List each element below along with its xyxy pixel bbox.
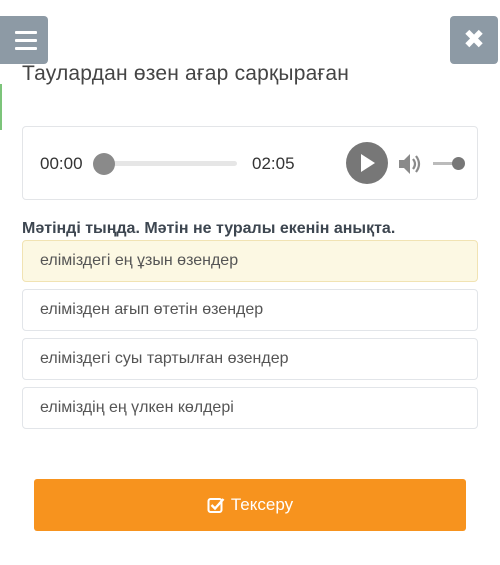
current-time: 00:00 xyxy=(40,154,83,173)
progress-indicator xyxy=(0,84,2,130)
audio-player: 00:00 02:05 xyxy=(22,126,478,200)
check-square-icon xyxy=(207,498,225,513)
question-text: Мәтінді тыңда. Мәтін не туралы екенін ан… xyxy=(22,220,396,237)
volume-icon[interactable] xyxy=(397,151,423,177)
seek-handle[interactable] xyxy=(93,153,115,175)
check-button[interactable]: Тексеру xyxy=(34,479,466,531)
hamburger-menu-icon xyxy=(15,30,37,34)
menu-button[interactable] xyxy=(0,16,48,64)
seek-bar[interactable] xyxy=(97,161,237,166)
play-icon xyxy=(361,154,375,172)
answer-option-4[interactable]: еліміздің ең үлкен көлдері xyxy=(22,387,478,429)
check-button-label: Тексеру xyxy=(230,495,294,514)
duration-time: 02:05 xyxy=(252,154,295,173)
volume-handle[interactable] xyxy=(452,157,465,170)
close-x-icon: ✖ xyxy=(463,25,485,55)
close-button[interactable]: ✖ xyxy=(450,16,498,64)
page-title: Таулардан өзен ағар сарқыраған xyxy=(22,62,350,85)
answer-option-1[interactable]: еліміздегі ең ұзын өзендер xyxy=(22,240,478,282)
play-button[interactable] xyxy=(346,142,388,184)
answer-option-2[interactable]: елімізден ағып өтетін өзендер xyxy=(22,289,478,331)
answer-option-3[interactable]: еліміздегі суы тартылған өзендер xyxy=(22,338,478,380)
